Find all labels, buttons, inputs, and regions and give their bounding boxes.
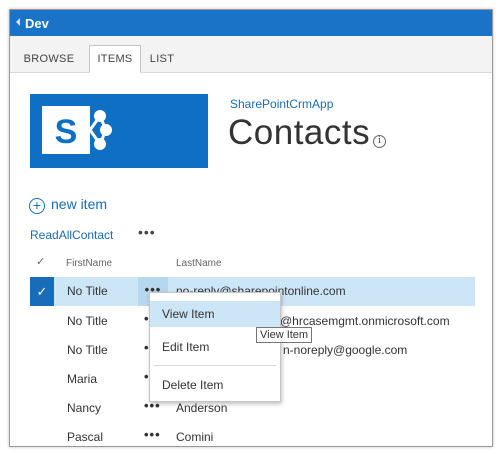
column-header-lastname[interactable]: LastName — [176, 258, 222, 269]
row-lastname: Comini — [176, 430, 214, 444]
view-menu-ellipsis[interactable]: ••• — [138, 224, 156, 240]
row-firstname[interactable]: Maria — [67, 372, 97, 386]
row-firstname[interactable]: Nancy — [67, 401, 101, 415]
row-firstname[interactable]: No Title — [67, 314, 108, 328]
menu-item-view[interactable]: View Item — [150, 301, 280, 327]
row-ellipsis-button[interactable]: ••• — [144, 427, 161, 442]
new-item-link[interactable]: new item — [51, 196, 107, 212]
row-lastname: Anderson — [176, 401, 228, 415]
item-context-menu: View Item Edit Item Delete Item — [149, 292, 281, 402]
svg-text:S: S — [55, 113, 78, 151]
row-firstname[interactable]: No Title — [67, 284, 108, 298]
site-title[interactable]: Dev — [25, 16, 49, 31]
page-title: Contacts — [228, 113, 371, 152]
row-checkbox[interactable] — [30, 423, 54, 446]
app-link[interactable]: SharePointCrmApp — [230, 97, 333, 111]
row-checkbox[interactable] — [30, 394, 54, 423]
tab-list[interactable]: LIST — [145, 46, 179, 72]
suite-bar: Dev — [10, 10, 492, 36]
row-checkbox[interactable] — [30, 336, 54, 365]
view-selector[interactable]: ReadAllContact — [30, 228, 113, 242]
sharepoint-logo: S — [30, 94, 208, 168]
menu-item-delete[interactable]: Delete Item — [150, 372, 280, 398]
add-circle-icon[interactable]: + — [29, 198, 45, 214]
tooltip: View Item — [256, 327, 313, 343]
row-firstname[interactable]: No Title — [67, 343, 108, 357]
back-arrow-icon[interactable] — [16, 18, 20, 26]
info-icon[interactable]: i — [373, 135, 386, 148]
row-checkmark-icon[interactable]: ✓ — [30, 277, 54, 306]
row-lastname: @hrcasemgmt.onmicrosoft.com — [280, 314, 450, 328]
row-firstname[interactable]: Pascal — [67, 430, 103, 444]
row-checkbox[interactable] — [30, 307, 54, 336]
ribbon-tabs: BROWSE ITEMS LIST — [10, 36, 492, 73]
row-checkbox[interactable] — [30, 365, 54, 394]
menu-divider — [154, 365, 276, 366]
column-header-firstname[interactable]: FirstName — [66, 258, 112, 269]
window-frame: Dev BROWSE ITEMS LIST S SharePointCrmApp… — [9, 9, 493, 447]
tab-browse[interactable]: BROWSE — [20, 46, 78, 72]
row-lastname: n-noreply@google.com — [283, 343, 408, 357]
select-all-checkmark-icon[interactable]: ✓ — [36, 255, 45, 268]
tab-items[interactable]: ITEMS — [89, 45, 141, 73]
table-row[interactable]: Pascal ••• Comini — [30, 423, 475, 446]
